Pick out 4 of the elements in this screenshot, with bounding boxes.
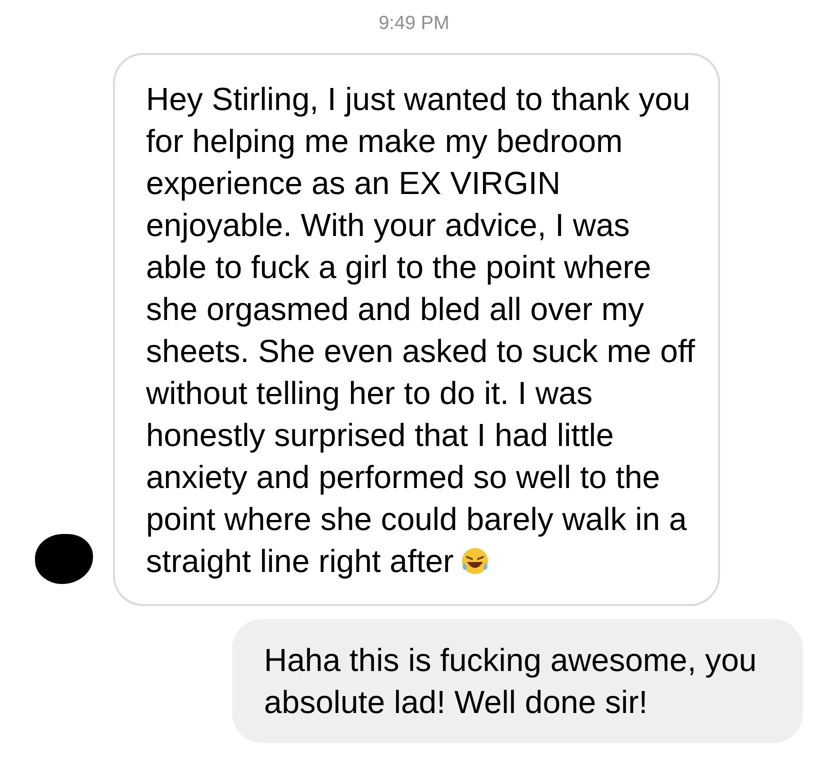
timestamp: 9:49 PM [378, 12, 450, 36]
avatar [35, 534, 93, 584]
received-message: Hey Stirling, I just wanted to thank you for helping me make my bedroom experience as an EX VIRGIN enjoyable. With your advice, I was able to fuck a girl to the point where she orgasmed and bled all over my sheets. She even asked to suck me off without telling her to do it. I was honestly surprised that I had little anxiety and performed so well to the point where she could barely walk in a straight line right after [113, 53, 720, 606]
sent-message: Haha this is fucking awesome, you absolute lad! Well done sir! [232, 619, 803, 743]
